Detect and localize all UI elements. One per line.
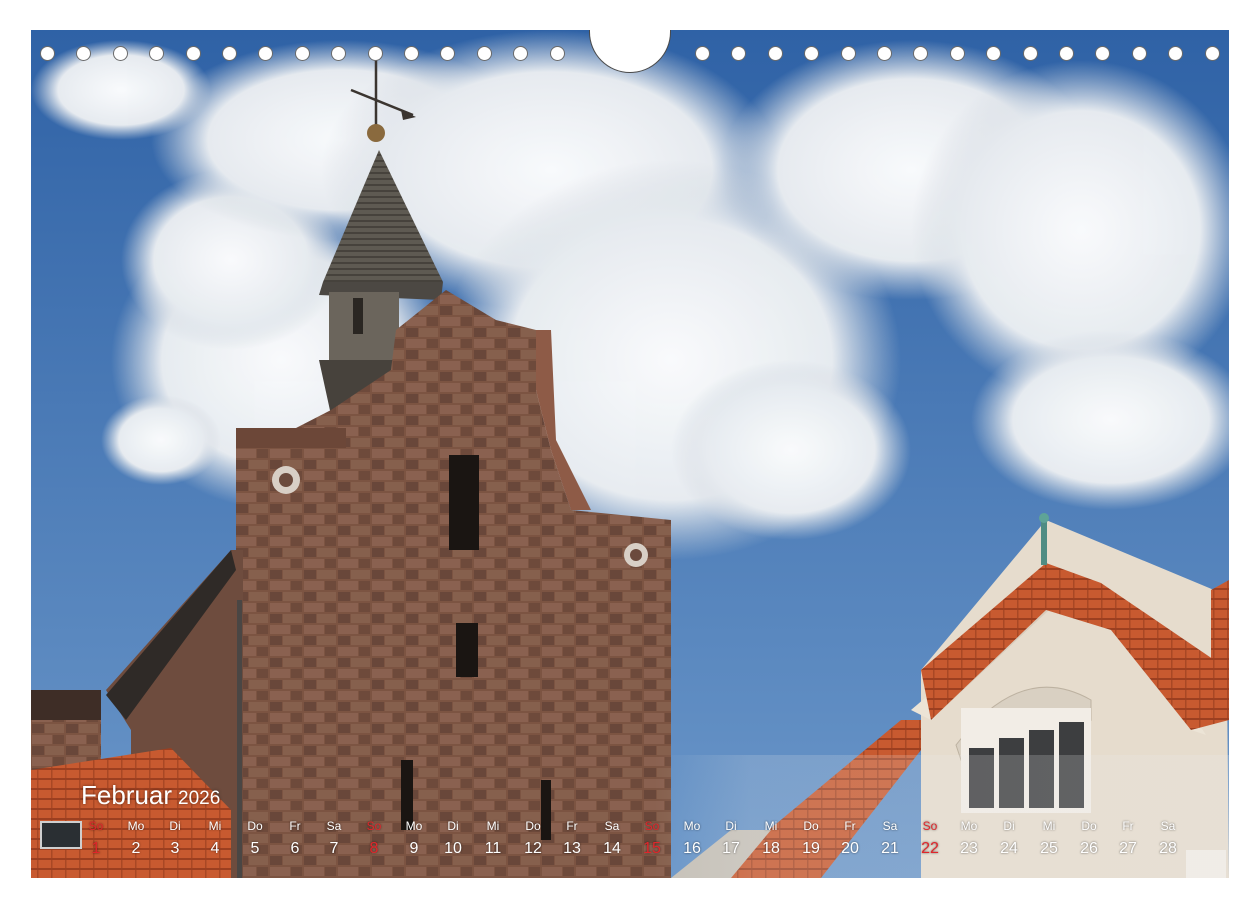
binding-hole bbox=[258, 46, 273, 61]
binding-hole bbox=[440, 46, 455, 61]
binding-hole bbox=[550, 46, 565, 61]
binding-hole bbox=[731, 46, 746, 61]
binding-hole bbox=[1168, 46, 1183, 61]
weekday-label: Sa bbox=[604, 819, 620, 833]
day-number: 7 bbox=[329, 840, 339, 857]
day-number: 6 bbox=[290, 840, 300, 857]
weekday-label: Sa bbox=[882, 819, 898, 833]
binding-hole bbox=[1059, 46, 1074, 61]
binding-hole bbox=[804, 46, 819, 61]
day-number: 22 bbox=[921, 840, 939, 857]
binding-hole bbox=[1132, 46, 1147, 61]
weekday-label: Mo bbox=[683, 819, 701, 833]
day-number: 10 bbox=[444, 840, 462, 857]
year-label: 2026 bbox=[178, 788, 221, 809]
weekday-label: Di bbox=[725, 819, 737, 833]
binding-hole bbox=[477, 46, 492, 61]
weekday-label: So bbox=[88, 819, 104, 833]
binding-hole bbox=[295, 46, 310, 61]
day-number: 9 bbox=[409, 840, 419, 857]
weekday-label: Do bbox=[525, 819, 541, 833]
binding-hole bbox=[331, 46, 346, 61]
day-number: 21 bbox=[881, 840, 899, 857]
weekday-label: Di bbox=[447, 819, 459, 833]
day-number: 12 bbox=[524, 840, 542, 857]
day-number: 2 bbox=[131, 840, 141, 857]
binding-hole bbox=[695, 46, 710, 61]
binding-hole bbox=[76, 46, 91, 61]
day-number: 5 bbox=[250, 840, 260, 857]
weekday-label: Do bbox=[803, 819, 819, 833]
weekday-label: Fr bbox=[844, 819, 856, 833]
day-number: 20 bbox=[841, 840, 859, 857]
binding-hole bbox=[1023, 46, 1038, 61]
binding-hole bbox=[913, 46, 928, 61]
day-number: 24 bbox=[1000, 840, 1018, 857]
weekday-label: Di bbox=[169, 819, 181, 833]
day-number: 19 bbox=[802, 840, 820, 857]
weekday-label: Fr bbox=[289, 819, 301, 833]
weekday-label: Do bbox=[247, 819, 263, 833]
day-number: 4 bbox=[210, 840, 220, 857]
weekday-label: Mi bbox=[208, 819, 222, 833]
day-number: 17 bbox=[722, 840, 740, 857]
day-number: 27 bbox=[1119, 840, 1137, 857]
weekday-label: Fr bbox=[566, 819, 578, 833]
weekday-label: Di bbox=[1003, 819, 1015, 833]
weekday-label: Mi bbox=[1042, 819, 1056, 833]
binding-hole bbox=[1095, 46, 1110, 61]
weekday-label: Do bbox=[1081, 819, 1097, 833]
day-number: 3 bbox=[170, 840, 180, 857]
day-number: 11 bbox=[484, 840, 502, 857]
binding-hole bbox=[149, 46, 164, 61]
binding-hole bbox=[768, 46, 783, 61]
day-number: 8 bbox=[369, 840, 379, 857]
weekday-label: So bbox=[922, 819, 938, 833]
weekday-label: So bbox=[366, 819, 382, 833]
binding-hole bbox=[368, 46, 383, 61]
binding-hole bbox=[222, 46, 237, 61]
day-number: 16 bbox=[683, 840, 701, 857]
weekday-label: Mo bbox=[127, 819, 145, 833]
day-number: 25 bbox=[1040, 840, 1058, 857]
weekday-label: Mi bbox=[486, 819, 500, 833]
month-name: Februar bbox=[81, 780, 173, 810]
binding-hole bbox=[950, 46, 965, 61]
binding-hole bbox=[113, 46, 128, 61]
binding-hole bbox=[404, 46, 419, 61]
weekday-label: Sa bbox=[326, 819, 342, 833]
binding-hole bbox=[841, 46, 856, 61]
calendar-band bbox=[31, 755, 1229, 878]
day-number: 26 bbox=[1080, 840, 1098, 857]
weekday-label: Sa bbox=[1160, 819, 1176, 833]
day-number: 1 bbox=[91, 840, 101, 857]
weekday-label: Mo bbox=[960, 819, 978, 833]
binding-hole bbox=[986, 46, 1001, 61]
day-number: 28 bbox=[1159, 840, 1177, 857]
binding-hole bbox=[40, 46, 55, 61]
weekday-label: Mi bbox=[764, 819, 778, 833]
month-title: Februar 2026 bbox=[81, 780, 220, 811]
calendar-photo bbox=[31, 30, 1229, 878]
weekday-label: Fr bbox=[1122, 819, 1134, 833]
day-number: 14 bbox=[603, 840, 621, 857]
day-number: 15 bbox=[643, 840, 661, 857]
binding-hole bbox=[513, 46, 528, 61]
day-number: 13 bbox=[563, 840, 581, 857]
binding-hole bbox=[877, 46, 892, 61]
day-number: 18 bbox=[762, 840, 780, 857]
weekday-label: Mo bbox=[405, 819, 423, 833]
binding-hole bbox=[186, 46, 201, 61]
binding-hole bbox=[1205, 46, 1220, 61]
day-number: 23 bbox=[960, 840, 978, 857]
weekday-label: So bbox=[644, 819, 660, 833]
